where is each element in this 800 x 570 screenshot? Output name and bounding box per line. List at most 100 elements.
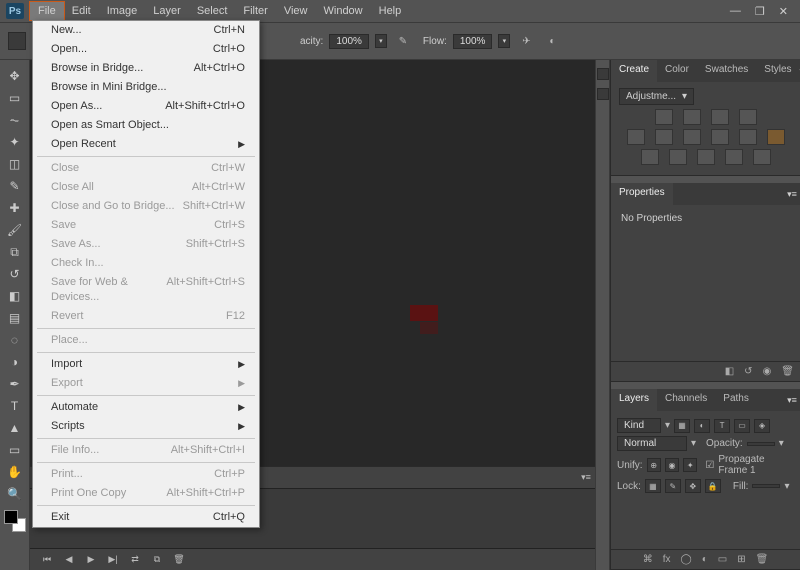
menu-file[interactable]: File [30,2,64,20]
file-menu-exit[interactable]: ExitCtrl+Q [33,508,259,527]
minimize-button[interactable]: — [730,5,741,18]
menu-select[interactable]: Select [189,2,236,20]
file-menu-browse-in-bridge[interactable]: Browse in Bridge...Alt+Ctrl+O [33,59,259,78]
path-select-tool[interactable]: ▲ [4,418,26,438]
timeline-first-icon[interactable]: ⏮ [40,554,54,565]
move-tool[interactable]: ✥ [4,66,26,86]
collapsed-panel-icon[interactable] [597,88,609,100]
layer-style-icon[interactable]: fx [663,554,671,565]
bw-icon[interactable] [711,129,729,145]
stamp-tool[interactable]: ⧉ [4,242,26,262]
file-menu-open-recent[interactable]: Open Recent▶ [33,135,259,154]
new-group-icon[interactable]: ▭ [718,554,727,565]
crop-tool[interactable]: ◫ [4,154,26,174]
pen-tool[interactable]: ✒ [4,374,26,394]
timeline-dup-icon[interactable]: ⧉ [150,554,164,565]
channel-mixer-icon[interactable] [767,129,785,145]
panel-menu-icon[interactable]: ▾≡ [784,183,800,205]
timeline-next-icon[interactable]: ▶| [106,554,120,565]
fill-field[interactable] [752,484,780,488]
propagate-frame-label[interactable]: Propagate Frame 1 [718,454,794,476]
gradient-map-icon[interactable] [725,149,743,165]
brightness-icon[interactable] [655,109,673,125]
timeline-prev-icon[interactable]: ◀ [62,554,76,565]
hand-tool[interactable]: ✋ [4,462,26,482]
file-menu-scripts[interactable]: Scripts▶ [33,417,259,436]
marquee-tool[interactable]: ▭ [4,88,26,108]
reset-icon[interactable]: ↺ [744,366,752,377]
photo-filter-icon[interactable] [739,129,757,145]
eyedropper-tool[interactable]: ✎ [4,176,26,196]
healing-tool[interactable]: ✚ [4,198,26,218]
invert-icon[interactable] [641,149,659,165]
collapsed-panel-icon[interactable] [597,68,609,80]
close-button[interactable]: ✕ [779,5,788,18]
properties-tab[interactable]: Properties [611,183,673,205]
posterize-icon[interactable] [669,149,687,165]
file-menu-open[interactable]: Open...Ctrl+O [33,40,259,59]
tab-styles[interactable]: Styles [756,60,799,82]
tab-color[interactable]: Color [657,60,697,82]
unify-position-icon[interactable]: ⊕ [647,458,661,472]
lock-all-icon[interactable]: 🔒 [705,479,721,493]
menu-window[interactable]: Window [316,2,371,20]
foreground-background-swatch[interactable] [4,510,26,532]
flow-field[interactable]: 100% [453,34,493,49]
menu-edit[interactable]: Edit [64,2,99,20]
magic-wand-tool[interactable]: ✦ [4,132,26,152]
menu-filter[interactable]: Filter [235,2,275,20]
hue-sat-icon[interactable] [655,129,673,145]
lock-position-icon[interactable]: ✥ [685,479,701,493]
unify-style-icon[interactable]: ✦ [683,458,697,472]
unify-visibility-icon[interactable]: ◉ [665,458,679,472]
exposure-icon[interactable] [739,109,757,125]
history-brush-tool[interactable]: ↺ [4,264,26,284]
tool-preset[interactable] [8,32,26,50]
filter-pixel-icon[interactable]: ▦ [674,419,690,433]
visibility-icon[interactable]: ◉ [763,366,772,377]
menu-help[interactable]: Help [371,2,410,20]
blur-tool[interactable]: ◌ [4,330,26,350]
panel-menu-icon[interactable]: ▾≡ [577,467,595,488]
tab-swatches[interactable]: Swatches [697,60,756,82]
gradient-tool[interactable]: ▤ [4,308,26,328]
pressure-size-icon[interactable]: ◐ [542,32,562,50]
file-menu-browse-in-mini-bridge[interactable]: Browse in Mini Bridge... [33,78,259,97]
threshold-icon[interactable] [697,149,715,165]
trash-icon[interactable]: 🗑 [781,366,794,377]
eraser-tool[interactable]: ◧ [4,286,26,306]
flow-dropdown[interactable]: ▾ [498,34,510,48]
timeline-play-icon[interactable]: ▶ [84,554,98,565]
rectangle-tool[interactable]: ▭ [4,440,26,460]
delete-layer-icon[interactable]: 🗑 [756,554,769,565]
curves-icon[interactable] [711,109,729,125]
tab-channels[interactable]: Channels [657,389,715,411]
filter-adjust-icon[interactable]: ◐ [694,419,710,433]
zoom-tool[interactable]: 🔍 [4,484,26,504]
layer-mask-icon[interactable]: ◯ [680,554,691,565]
file-menu-new[interactable]: New...Ctrl+N [33,21,259,40]
brush-tool[interactable]: 🖌 [4,220,26,240]
tab-layers[interactable]: Layers [611,389,657,411]
blend-mode-select[interactable]: Normal [617,436,687,451]
menu-image[interactable]: Image [99,2,146,20]
new-fill-icon[interactable]: ◐ [702,554,708,565]
file-menu-open-as-smart-object[interactable]: Open as Smart Object... [33,116,259,135]
filter-type-icon[interactable]: T [714,419,730,433]
layer-opacity-field[interactable] [747,442,775,446]
maximize-button[interactable]: ❐ [755,5,765,18]
timeline-tween-icon[interactable]: ⇄ [128,554,142,565]
selective-color-icon[interactable] [753,149,771,165]
tab-paths[interactable]: Paths [715,389,757,411]
airbrush-icon[interactable]: ✈ [516,32,536,50]
filter-smart-icon[interactable]: ◈ [754,419,770,433]
type-tool[interactable]: T [4,396,26,416]
file-menu-import[interactable]: Import▶ [33,355,259,374]
panel-menu-icon[interactable]: ▾≡ [784,389,800,411]
timeline-delete-icon[interactable]: 🗑 [172,554,186,565]
adjustments-preset-dropdown[interactable]: Adjustme...▾ [619,88,694,105]
kind-filter[interactable]: Kind [617,418,661,433]
menu-layer[interactable]: Layer [145,2,189,20]
link-layers-icon[interactable]: ⌘ [643,554,653,565]
levels-icon[interactable] [683,109,701,125]
